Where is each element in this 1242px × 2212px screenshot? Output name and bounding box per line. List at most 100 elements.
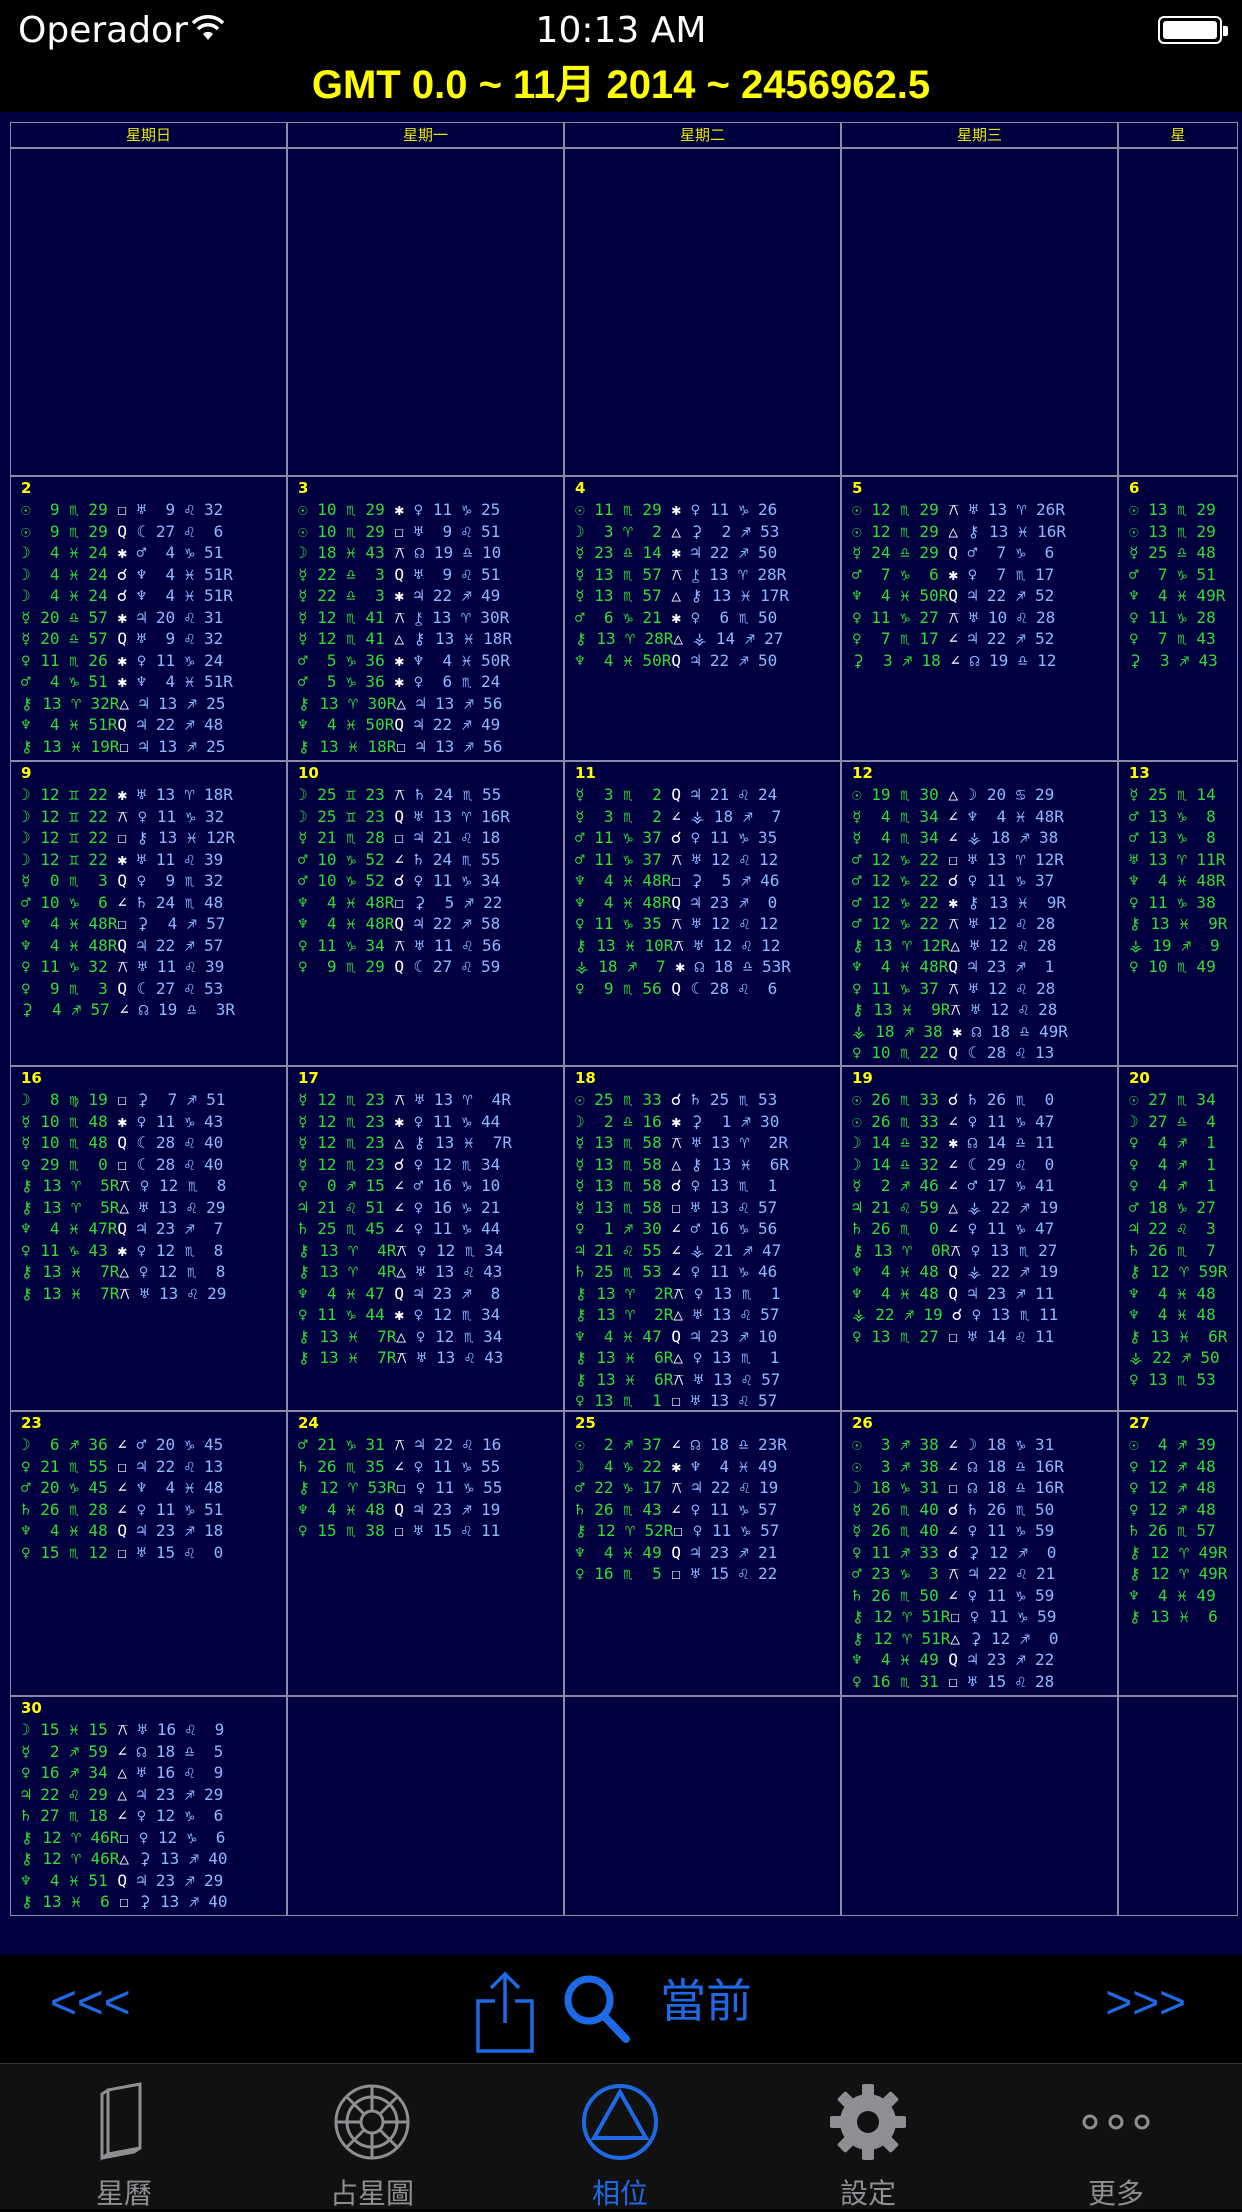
tab-chart[interactable]: 占星圖 — [248, 2064, 496, 2210]
day-cell[interactable] — [564, 148, 841, 476]
aspect-row: ☽ 14 ♎ 32 ∠ ☾ 29 ♌ 0 — [852, 1154, 1058, 1176]
day-cell[interactable] — [1118, 1696, 1238, 1916]
aspect-calendar[interactable]: 星期日 星期一 星期二 星期三星 2 ☉ 9 ♏ 29 ☐ ♅ 9 ♌ 32 ☉ 9 ♏ 2… — [0, 112, 1242, 1955]
day-cell[interactable]: 16 ☽ 8 ♍ 19 ☐ ⚳ 7 ♐ 51 ☿ 10 ♏ 48 ✱ ♀ 11 ♑ … — [10, 1066, 287, 1411]
aspect-symbol: ✱ — [394, 586, 404, 605]
planet-position: ♄ 25 ♏ 53 — [575, 1262, 672, 1281]
day-cell[interactable]: 19 ☉ 26 ♏ 33 ☌ ♄ 26 ♏ 0 ☉ 26 ♏ 33 ∠ ♀ 11 ♑… — [841, 1066, 1118, 1411]
search-icon[interactable] — [562, 1973, 632, 2045]
target-position: ♀ 11 ♑ 32 — [127, 806, 225, 826]
day-cell[interactable]: 30 ☽ 15 ♓ 15 ⚻ ♅ 16 ♌ 9 ☿ 2 ♐ 59 ∠ ☊ 18 ♎ … — [10, 1696, 287, 1916]
target-position: ♅ 12 ♌ 28 — [958, 914, 1056, 933]
target-position: ♅ 11 ♌ 56 — [404, 935, 502, 955]
previous-month-button[interactable]: <<< — [50, 1975, 131, 2029]
aspect-row: ☿ 13 ♏ 58 △ ⚷ 13 ♓ 6R — [575, 1154, 789, 1176]
day-cell[interactable]: 27 ☉ 4 ♐ 39 ♀ 12 ♐ 48 ♀ 12 ♐ 48 ♀ 12 ♐ 48… — [1118, 1411, 1238, 1696]
day-cell[interactable] — [287, 148, 564, 476]
day-cell[interactable] — [564, 1696, 841, 1916]
aspect-row: ⚷ 13 ♈ 0R⚻ ♀ 13 ♏ 27 — [852, 1240, 1058, 1262]
day-cell[interactable] — [10, 148, 287, 476]
aspect-row: ☉ 12 ♏ 29 ⚻ ♅ 13 ♈ 26R — [852, 499, 1066, 521]
target-position: ♅ 15 ♌ 11 — [403, 1521, 501, 1540]
day-cell[interactable]: 10 ☽ 25 ♊ 23 ⚻ ♄ 24 ♏ 55 ☽ 25 ♊ 23 Q ♅ 13 … — [287, 761, 564, 1066]
target-position: ♂ 4 ♑ 51 — [126, 543, 224, 562]
aspect-symbol: ✱ — [675, 957, 685, 976]
day-cell[interactable]: 25 ☉ 2 ♐ 37 ∠ ☊ 18 ♎ 23R ☽ 4 ♑ 22 ✱ ♆ 4 ♓ … — [564, 1411, 841, 1696]
day-cell[interactable]: 24 ♂ 21 ♑ 31 ⚻ ♃ 22 ♌ 16 ♄ 26 ♏ 35 ∠ ♀ 11 … — [287, 1411, 564, 1696]
planet-position: ⚷ 13 ♓ 7R — [298, 1348, 397, 1367]
day-cell[interactable] — [841, 148, 1118, 476]
day-cell[interactable] — [1118, 148, 1238, 476]
day-number: 5 — [852, 479, 863, 497]
aspect-symbol: ⚻ — [117, 957, 128, 976]
target-position: ⚷ 13 ♓ 12R — [126, 828, 236, 847]
aspect-symbol: ☌ — [394, 871, 404, 890]
aspect-symbol: Q — [394, 1499, 404, 1519]
day-cell[interactable]: 12 ☉ 19 ♏ 30 △ ☽ 20 ♋ 29 ☿ 4 ♏ 34 ∠ ♆ 4 ♓ … — [841, 761, 1118, 1066]
aspect-row: ♀ 4 ♐ 1 — [1129, 1154, 1229, 1176]
tab-aspects[interactable]: 相位 — [496, 2064, 744, 2210]
aspect-symbol: △ — [948, 785, 958, 804]
tab-more[interactable]: 更多 — [992, 2064, 1240, 2210]
aspect-symbol: ⚻ — [671, 914, 682, 933]
day-cell[interactable]: 11 ☿ 3 ♏ 2 Q ♃ 21 ♌ 24 ☿ 3 ♏ 2 ∠ ⚶ 18 ♐ 7 ♂… — [564, 761, 841, 1066]
day-cell[interactable]: 23 ☽ 6 ♐ 36 ∠ ♂ 20 ♑ 45 ♀ 21 ♏ 55 ☐ ♃ 22 ♌… — [10, 1411, 287, 1696]
day-cell[interactable]: 17 ☿ 12 ♏ 23 ⚻ ♅ 13 ♈ 4R ☿ 12 ♏ 23 ✱ ♀ 11 … — [287, 1066, 564, 1411]
current-month-button[interactable]: 當前 — [660, 1965, 752, 2031]
planet-position: ☉ 26 ♏ 33 — [852, 1090, 949, 1109]
day-cell[interactable]: 2 ☉ 9 ♏ 29 ☐ ♅ 9 ♌ 32 ☉ 9 ♏ 29 Q ☾ 27 ♌ 6 ☽… — [10, 476, 287, 761]
next-month-button[interactable]: >>> — [1105, 1975, 1186, 2029]
aspect-symbol: ⚻ — [394, 785, 405, 804]
tab-chart-label: 占星圖 — [329, 2177, 414, 2210]
day-cell[interactable]: 18 ☉ 25 ♏ 33 ☌ ♄ 25 ♏ 53 ☽ 2 ♎ 16 ✱ ⚳ 1 ♐ … — [564, 1066, 841, 1411]
day-cell[interactable] — [841, 1696, 1118, 1916]
planet-position: ☉ 11 ♏ 29 — [575, 500, 672, 519]
aspect-row: ♆ 4 ♓ 51 Q ♃ 23 ♐ 29 — [21, 1870, 227, 1892]
day-cell[interactable]: 26 ☉ 3 ♐ 38 ∠ ☽ 18 ♑ 31 ☉ 3 ♐ 38 ∠ ☊ 18 ♎ … — [841, 1411, 1118, 1696]
day-cell[interactable]: 9 ☽ 12 ♊ 22 ✱ ♅ 13 ♈ 18R ☽ 12 ♊ 22 ⚻ ♀ 11 … — [10, 761, 287, 1066]
day-cell[interactable]: 20 ☉ 27 ♏ 34 ☽ 27 ♎ 4 ♀ 4 ♐ 1 ♀ 4 ♐ 1 ♀ 4… — [1118, 1066, 1238, 1411]
day-number: 16 — [21, 1069, 42, 1087]
target-position: ♅ 12 ♌ 28 — [961, 1000, 1058, 1019]
planet-position: ♆ 4 ♓ 50R — [575, 650, 672, 670]
target-position: ⚶ 21 ♐ 47 — [680, 1240, 782, 1260]
target-position: ♄ 24 ♏ 55 — [404, 785, 502, 804]
aspect-symbol: ∠ — [948, 806, 958, 826]
tab-settings[interactable]: 設定 — [744, 2064, 992, 2210]
aspect-row: ♀ 12 ♐ 48 — [1129, 1456, 1227, 1478]
planet-position: ⚳ 3 ♐ 18 — [852, 650, 951, 670]
planet-position: ♀ 29 ♏ 0 — [21, 1154, 118, 1174]
aspect-row: ⚷ 12 ♈ 49R — [1129, 1542, 1227, 1564]
target-position: ⚶ 14 ♐ 27 — [683, 629, 784, 648]
aspect-symbol: Q — [671, 1542, 681, 1562]
target-position: ♃ 22 ♐ 58 — [403, 914, 501, 933]
planet-position: ♂ 12 ♑ 22 — [852, 914, 949, 933]
target-position: ♆ 4 ♓ 51R — [126, 672, 233, 691]
aspect-symbol: ⚻ — [673, 935, 685, 955]
target-position: ♀ 11 ♑ 24 — [126, 650, 224, 670]
aspect-list: ☉ 2 ♐ 37 ∠ ☊ 18 ♎ 23R ☽ 4 ♑ 22 ✱ ♆ 4 ♓ 49… — [575, 1434, 787, 1585]
day-cell[interactable]: 5 ☉ 12 ♏ 29 ⚻ ♅ 13 ♈ 26R ☉ 12 ♏ 29 △ ⚷ 13 … — [841, 476, 1118, 761]
aspect-row: ♆ 4 ♓ 48 Q ♃ 23 ♐ 11 — [852, 1283, 1058, 1305]
share-icon[interactable] — [474, 1971, 536, 2055]
day-cell[interactable] — [287, 1696, 564, 1916]
day-cell[interactable]: 4 ☉ 11 ♏ 29 ✱ ♀ 11 ♑ 26 ☽ 3 ♈ 2 △ ⚳ 2 ♐ 53… — [564, 476, 841, 761]
planet-position: ♂ 10 ♑ 52 — [298, 849, 395, 869]
aspect-row: ♄ 26 ♏ 43 ∠ ♀ 11 ♑ 57 — [575, 1499, 787, 1521]
target-position: ♆ 4 ♓ 48 — [126, 1478, 224, 1497]
day-cell[interactable]: 3 ☉ 10 ♏ 29 ✱ ♀ 11 ♑ 25 ☉ 10 ♏ 29 ☐ ♅ 9 ♌ … — [287, 476, 564, 761]
planet-position: ☿ 22 ♎ 3 — [298, 564, 395, 584]
aspect-symbol: Q — [671, 650, 681, 670]
day-cell[interactable]: 13 ☿ 25 ♏ 14 ♂ 13 ♑ 8 ♂ 13 ♑ 8 ♅ 13 ♈ 11R… — [1118, 761, 1238, 1066]
aspect-row: ☽ 14 ♎ 32 ✱ ☊ 14 ♎ 11 — [852, 1132, 1058, 1154]
tab-ephemeris[interactable]: 星曆 — [0, 2064, 248, 2210]
target-position: ♃ 20 ♌ 31 — [126, 607, 224, 627]
planet-position: ♆ 4 ♓ 48R — [21, 935, 118, 955]
aspect-row: ⚷ 12 ♈ 46R△ ⚳ 13 ♐ 40 — [21, 1848, 227, 1870]
aspect-symbol: Q — [671, 978, 681, 998]
aspect-symbol: ☐ — [948, 1478, 958, 1497]
aspect-symbol: △ — [394, 629, 404, 648]
day-cell[interactable]: 6 ☉ 13 ♏ 29 ☉ 13 ♏ 29 ☿ 25 ♎ 48 ♂ 7 ♑ 51 … — [1118, 476, 1238, 761]
aspect-symbol: ☌ — [671, 828, 681, 847]
planet-position: ♂ 10 ♑ 52 — [298, 871, 395, 890]
